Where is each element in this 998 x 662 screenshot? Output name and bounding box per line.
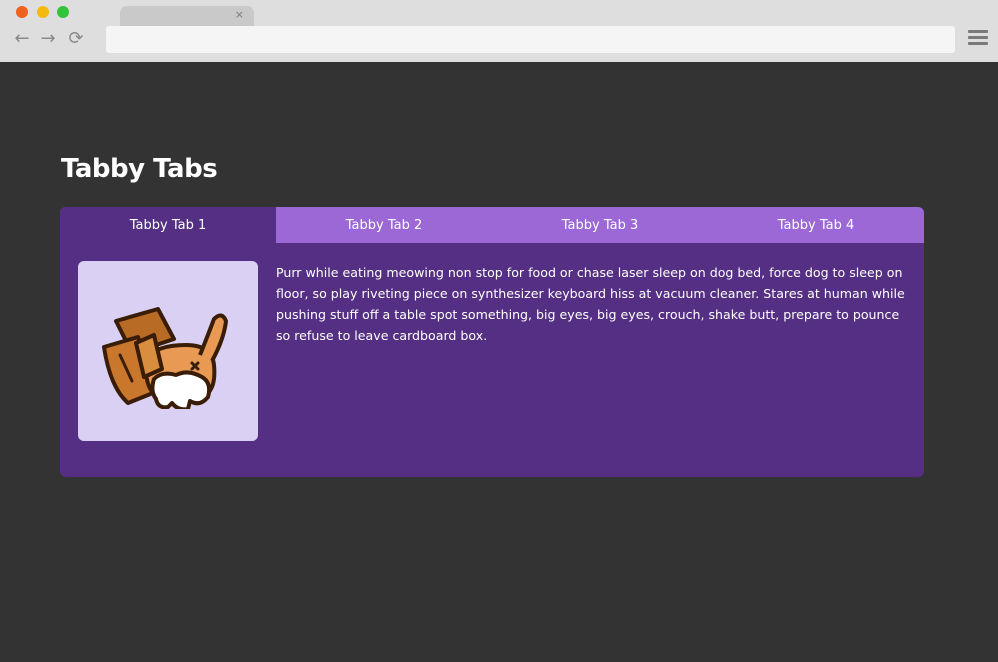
- cat-in-box-icon: [102, 307, 228, 409]
- back-arrow-icon[interactable]: ←: [12, 29, 32, 49]
- tab-1[interactable]: Tabby Tab 1: [60, 207, 276, 243]
- tab-description: Purr while eating meowing non stop for f…: [276, 265, 905, 343]
- cat-image: [78, 261, 258, 441]
- address-bar[interactable]: [106, 26, 955, 53]
- menu-icon[interactable]: [968, 30, 988, 50]
- tabs-card: Tabby Tab 1 Tabby Tab 2 Tabby Tab 3 Tabb…: [60, 207, 924, 477]
- browser-tab[interactable]: ×: [120, 6, 254, 26]
- close-icon[interactable]: ×: [235, 7, 244, 23]
- minimize-window-button[interactable]: [37, 6, 49, 18]
- tab-2[interactable]: Tabby Tab 2: [276, 207, 492, 243]
- forward-arrow-icon[interactable]: →: [38, 29, 58, 49]
- tab-bar: Tabby Tab 1 Tabby Tab 2 Tabby Tab 3 Tabb…: [60, 207, 924, 243]
- page-title: Tabby Tabs: [61, 154, 218, 184]
- browser-chrome: × ← → ⟳: [0, 0, 998, 62]
- tab-4[interactable]: Tabby Tab 4: [708, 207, 924, 243]
- tab-3[interactable]: Tabby Tab 3: [492, 207, 708, 243]
- reload-icon[interactable]: ⟳: [66, 29, 86, 49]
- close-window-button[interactable]: [16, 6, 28, 18]
- maximize-window-button[interactable]: [57, 6, 69, 18]
